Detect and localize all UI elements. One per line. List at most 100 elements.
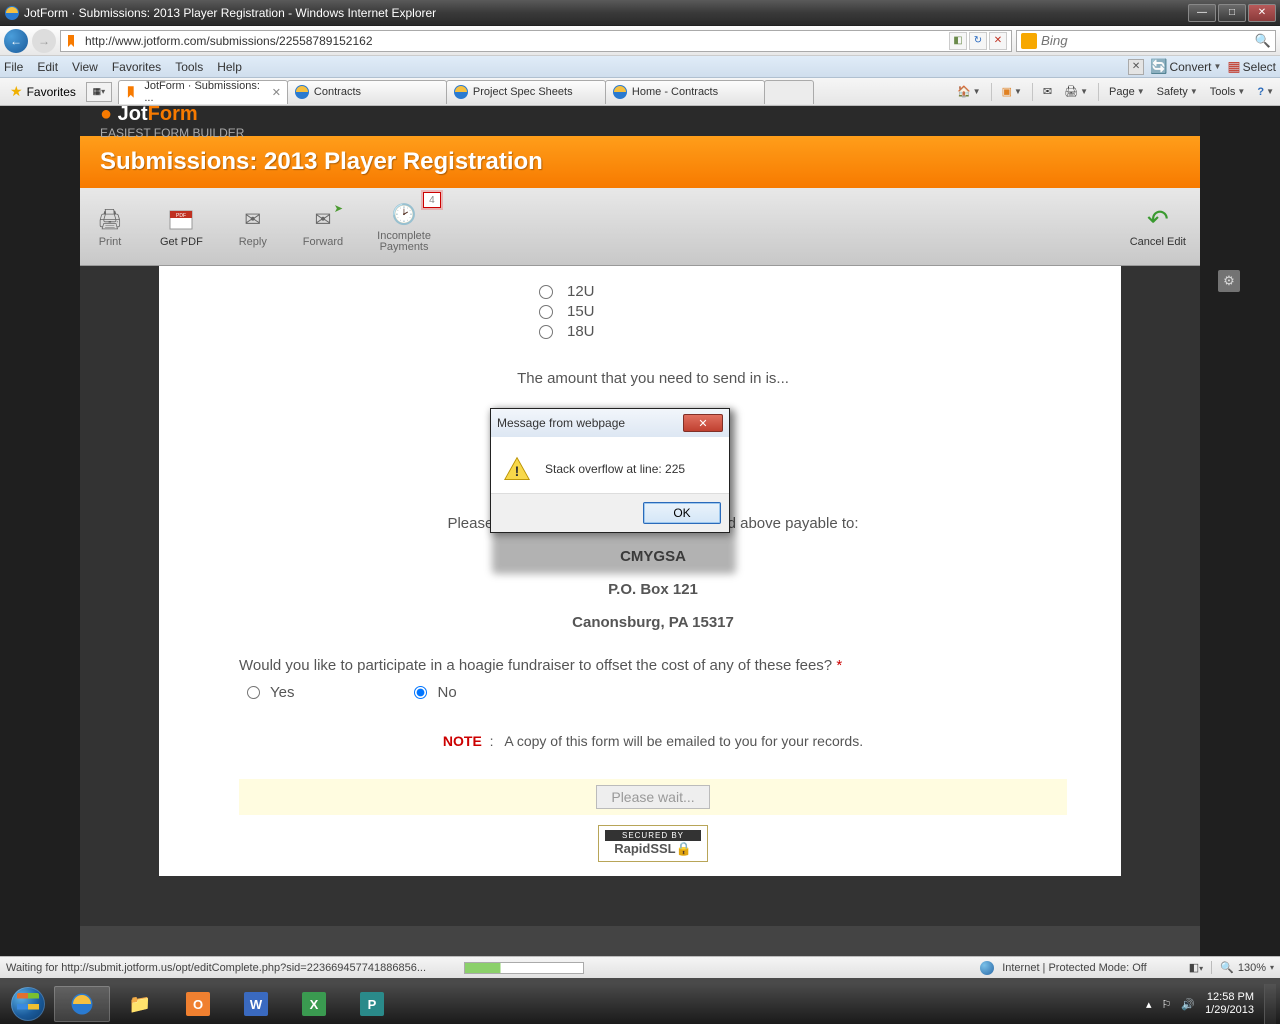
svg-text:PDF: PDF — [176, 213, 186, 219]
dialog-titlebar: Message from webpage ✕ — [491, 409, 729, 437]
address-bar-row: ← → ◧ ↻ ✕ 🔍 — [0, 26, 1280, 56]
bing-icon — [1021, 33, 1037, 49]
submit-bar: Please wait... — [239, 779, 1067, 815]
safety-menu[interactable]: Safety ▼ — [1155, 86, 1200, 98]
tab-contracts[interactable]: Contracts — [287, 80, 447, 104]
task-outlook[interactable]: O — [170, 986, 226, 1022]
ie-icon — [4, 5, 20, 21]
zone-text: Internet | Protected Mode: Off — [1002, 962, 1147, 974]
amount-text: The amount that you need to send in is..… — [239, 370, 1067, 387]
menu-edit[interactable]: Edit — [37, 60, 58, 74]
tray-clock[interactable]: 12:58 PM1/29/2013 — [1205, 991, 1254, 1017]
jotform-logo[interactable]: ● JotForm — [100, 106, 244, 126]
incomplete-payments-button[interactable]: 🕑 Incomplete Payments 4 — [377, 200, 431, 253]
select-button[interactable]: ▦Select — [1227, 58, 1276, 75]
jotform-favicon — [65, 33, 81, 49]
reply-button[interactable]: ✉Reply — [237, 206, 269, 248]
tab-home-contracts[interactable]: Home - Contracts — [605, 80, 765, 104]
tray-chevron[interactable]: ▴ — [1146, 998, 1152, 1011]
help-icon[interactable]: ? ▼ — [1255, 86, 1276, 98]
windows-taskbar: 📁 O W X P ▴ ⚐ 🔊 12:58 PM1/29/2013 — [0, 984, 1280, 1024]
print-button[interactable]: 🖨Print — [94, 206, 126, 248]
ie-favicon — [453, 84, 469, 100]
ie-favicon — [612, 84, 628, 100]
menu-view[interactable]: View — [72, 60, 98, 74]
page-title-banner: Submissions: 2013 Player Registration — [80, 136, 1200, 188]
ssl-seal[interactable]: SECURED BY RapidSSL🔒 — [598, 825, 708, 862]
star-icon: ★ — [10, 83, 23, 100]
tab-close-icon[interactable]: ✕ — [272, 86, 281, 99]
convert-button[interactable]: 🔄Convert ▼ — [1150, 58, 1221, 75]
radio-12u[interactable] — [539, 285, 553, 299]
favorites-button[interactable]: ★ Favorites — [4, 81, 82, 102]
warning-icon: ! — [503, 455, 531, 483]
submissions-toolbar: 🖨Print PDFGet PDF ✉Reply ✉➤Forward 🕑 Inc… — [80, 188, 1200, 266]
task-publisher[interactable]: P — [344, 986, 400, 1022]
read-mail-icon[interactable]: ✉ — [1041, 85, 1054, 98]
note-text: NOTE : A copy of this form will be email… — [239, 733, 1067, 749]
favorites-tabs-row: ★ Favorites ▦▾ JotForm · Submissions: ..… — [0, 78, 1280, 106]
radio-15u[interactable] — [539, 305, 553, 319]
page-menu[interactable]: Page ▼ — [1107, 86, 1147, 98]
forward-button[interactable]: ✉➤Forward — [303, 206, 343, 248]
submit-button-waiting[interactable]: Please wait... — [596, 785, 709, 809]
settings-gear-icon[interactable]: ⚙ — [1218, 270, 1240, 292]
task-word[interactable]: W — [228, 986, 284, 1022]
window-title: JotForm · Submissions: 2013 Player Regis… — [24, 6, 1188, 20]
menu-help[interactable]: Help — [217, 60, 242, 74]
window-close-button[interactable]: ✕ — [1248, 4, 1276, 22]
back-button[interactable]: ← — [4, 29, 28, 53]
tab-blank[interactable] — [764, 80, 814, 104]
search-icon[interactable]: 🔍 — [1255, 33, 1271, 49]
dialog-ok-button[interactable]: OK — [643, 502, 721, 524]
menu-favorites[interactable]: Favorites — [112, 60, 161, 74]
task-ie[interactable] — [54, 986, 110, 1022]
zone-globe-icon — [980, 961, 994, 975]
dialog-close-button[interactable]: ✕ — [683, 414, 723, 432]
tab-spec-sheets[interactable]: Project Spec Sheets — [446, 80, 606, 104]
progress-bar — [464, 962, 584, 974]
menu-file[interactable]: File — [4, 60, 23, 74]
task-excel[interactable]: X — [286, 986, 342, 1022]
address-field-wrap: ◧ ↻ ✕ — [60, 30, 1012, 52]
get-pdf-button[interactable]: PDFGet PDF — [160, 206, 203, 248]
address-input[interactable] — [85, 34, 949, 48]
fundraiser-yes-option: Yes — [247, 684, 294, 701]
radio-18u[interactable] — [539, 325, 553, 339]
home-icon[interactable]: 🏠 ▼ — [955, 85, 983, 98]
start-button[interactable] — [4, 986, 52, 1022]
menu-tools[interactable]: Tools — [175, 60, 203, 74]
refresh-icon[interactable]: ↻ — [969, 32, 987, 50]
cancel-edit-button[interactable]: ↶Cancel Edit — [1130, 206, 1186, 248]
feeds-icon[interactable]: ▣ ▼ — [1000, 85, 1024, 98]
tab-jotform[interactable]: JotForm · Submissions: ... ✕ — [118, 80, 288, 104]
task-explorer[interactable]: 📁 — [112, 986, 168, 1022]
forward-button[interactable]: → — [32, 29, 56, 53]
compat-view-icon[interactable]: ◧ — [949, 32, 967, 50]
minimize-button[interactable]: — — [1188, 4, 1216, 22]
menu-bar: File Edit View Favorites Tools Help ✕ 🔄C… — [0, 56, 1280, 78]
tools-menu[interactable]: Tools ▼ — [1208, 86, 1248, 98]
radio-yes[interactable] — [247, 686, 260, 699]
quick-tabs-button[interactable]: ▦▾ — [86, 82, 112, 102]
zoom-control[interactable]: 🔍 130% ▾ — [1211, 961, 1274, 974]
window-titlebar: JotForm · Submissions: 2013 Player Regis… — [0, 0, 1280, 26]
maximize-button[interactable]: □ — [1218, 4, 1246, 22]
stop-icon[interactable]: ✕ — [989, 32, 1007, 50]
radio-no[interactable] — [414, 686, 427, 699]
division-option: 15U — [539, 303, 1067, 320]
page-compat-icon[interactable]: ◧▾ — [1189, 961, 1203, 974]
division-option: 12U — [539, 283, 1067, 300]
close-extension-button[interactable]: ✕ — [1128, 59, 1144, 75]
tray-flag-icon[interactable]: ⚐ — [1161, 998, 1171, 1011]
svg-text:!: ! — [515, 463, 520, 479]
ie-favicon — [294, 84, 310, 100]
search-box: 🔍 — [1016, 30, 1276, 52]
status-text: Waiting for http://submit.jotform.us/opt… — [6, 962, 426, 974]
search-input[interactable] — [1041, 33, 1255, 48]
tray-volume-icon[interactable]: 🔊 — [1181, 998, 1195, 1011]
show-desktop-button[interactable] — [1264, 984, 1276, 1024]
print-icon[interactable]: 🖨 ▼ — [1062, 85, 1090, 98]
division-option: 18U — [539, 323, 1067, 340]
browser-status-bar: Waiting for http://submit.jotform.us/opt… — [0, 956, 1280, 978]
